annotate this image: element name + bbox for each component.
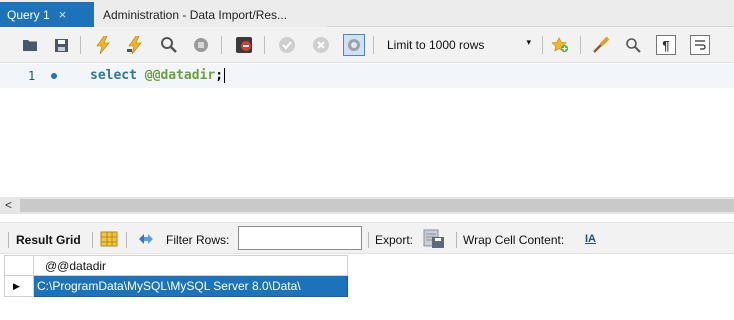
refresh-arrows-icon[interactable] xyxy=(137,231,155,247)
limit-rows-label: Limit to 1000 rows xyxy=(387,38,485,52)
filter-rows-input[interactable] xyxy=(238,226,362,250)
stop-hand-icon[interactable] xyxy=(192,36,210,54)
execute-current-statement-icon[interactable] xyxy=(126,36,144,54)
result-toolbar: Result Grid Filter Rows: Export: Wrap Ce… xyxy=(0,222,734,254)
find-magnifier-icon[interactable] xyxy=(624,36,642,54)
commit-icon[interactable] xyxy=(278,36,296,54)
table-cell[interactable]: C:\ProgramData\MySQL\MySQL Server 8.0\Da… xyxy=(34,276,348,297)
statement-marker-icon xyxy=(51,73,57,79)
horizontal-scrollbar[interactable]: < xyxy=(0,197,734,214)
export-label: Export: xyxy=(375,233,414,247)
column-header[interactable]: @@datadir xyxy=(34,255,348,276)
row-marker-icon[interactable]: ▶ xyxy=(4,276,34,297)
code-variable: @@datadir xyxy=(144,68,216,83)
save-icon[interactable] xyxy=(52,36,70,54)
rollback-icon[interactable] xyxy=(312,36,330,54)
code-keyword: select xyxy=(90,68,137,83)
tab-bar: Query 1 × Administration - Data Import/R… xyxy=(0,0,734,27)
scroll-left-arrow-icon[interactable]: < xyxy=(5,198,12,212)
wrap-cell-content-label: Wrap Cell Content: xyxy=(463,233,565,247)
tab-administration[interactable]: Administration - Data Import/Res... xyxy=(95,2,327,27)
limit-rows-select[interactable]: Limit to 1000 rows ▾ xyxy=(381,35,537,55)
line-number: 1 xyxy=(28,69,36,83)
query-toolbar: Limit to 1000 rows ▾ ¶ xyxy=(0,27,734,63)
add-snippet-star-icon[interactable] xyxy=(551,36,569,54)
close-icon[interactable]: × xyxy=(59,7,67,22)
code-terminator: ; xyxy=(215,68,224,83)
toggle-stop-on-error-icon[interactable] xyxy=(235,36,253,54)
filter-rows-label: Filter Rows: xyxy=(166,233,230,247)
editor-line[interactable]: 1 select @@datadir; xyxy=(0,64,734,88)
grid-corner xyxy=(4,255,34,276)
result-grid[interactable]: @@datadir ▶ C:\ProgramData\MySQL\MySQL S… xyxy=(0,254,734,320)
invisible-chars-pilcrow-icon[interactable]: ¶ xyxy=(656,35,676,55)
beautify-broom-icon[interactable] xyxy=(592,36,610,54)
wrap-lines-icon[interactable] xyxy=(690,35,710,55)
open-folder-icon[interactable] xyxy=(21,36,39,54)
tab-label: Administration - Data Import/Res... xyxy=(103,7,288,22)
tab-label: Query 1 xyxy=(7,7,50,22)
text-cursor xyxy=(224,68,226,83)
scrollbar-thumb[interactable] xyxy=(20,199,734,212)
autocommit-toggle-icon[interactable] xyxy=(343,34,365,56)
result-grid-button[interactable]: Result Grid xyxy=(16,233,81,247)
grid-layout-icon[interactable] xyxy=(100,231,118,247)
code-text[interactable]: select @@datadir; xyxy=(90,68,226,83)
execute-lightning-icon[interactable] xyxy=(94,36,112,54)
explain-magnifier-icon[interactable] xyxy=(160,36,178,54)
wrap-cell-content-toggle-icon[interactable]: IA xyxy=(585,233,596,245)
sql-editor[interactable]: 1 select @@datadir; xyxy=(0,63,734,197)
tab-query-1[interactable]: Query 1 × xyxy=(0,2,94,27)
export-icon[interactable] xyxy=(422,228,446,250)
chevron-down-icon: ▾ xyxy=(526,37,531,47)
